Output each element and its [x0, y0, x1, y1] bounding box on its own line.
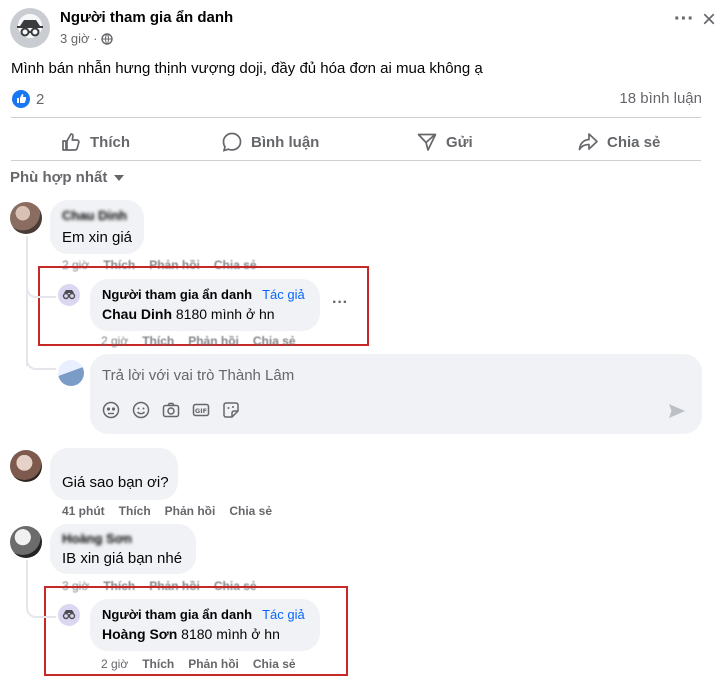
reply-reply-link[interactable]: Phản hồi — [188, 334, 239, 348]
emoji-icon[interactable] — [132, 401, 150, 419]
sort-label: Phù hợp nhất — [10, 169, 108, 186]
reply-tools: GIF — [102, 401, 240, 419]
comment-author[interactable]: Hoàng Sơn — [62, 531, 132, 546]
incognito-icon — [62, 290, 76, 300]
comment-icon — [222, 132, 242, 152]
reactions-count: 2 — [36, 90, 45, 108]
reactions-summary[interactable]: 2 — [12, 90, 44, 108]
post-meta: 3 giờ · — [60, 31, 114, 46]
comment-text: IB xin giá bạn nhé — [62, 550, 183, 567]
send-label: Gửi — [446, 133, 473, 151]
gif-icon[interactable]: GIF — [192, 401, 210, 419]
post-more-button[interactable]: ··· — [674, 8, 694, 31]
commenter-avatar[interactable] — [10, 526, 42, 558]
author-avatar[interactable] — [58, 604, 80, 626]
camera-icon[interactable] — [162, 401, 180, 419]
reply-like-link[interactable]: Thích — [142, 657, 174, 671]
like-button[interactable]: Thích — [60, 131, 130, 153]
reply-bubble: Người tham gia ẩn danh Tác giả Chau Dinh… — [90, 279, 320, 331]
globe-icon — [101, 32, 114, 45]
comment-reply-link[interactable]: Phản hồi — [165, 504, 216, 518]
sort-dropdown[interactable]: Phù hợp nhất — [10, 169, 125, 186]
comment-like-link[interactable]: Thích — [119, 504, 151, 518]
comment-bubble: Giá sao bạn ơi? — [50, 448, 178, 500]
reply-body: 8180 mình ở hn — [177, 626, 280, 642]
reply-text: Chau Dinh 8180 mình ở hn — [102, 306, 275, 322]
reply-time[interactable]: 2 giờ — [101, 334, 128, 348]
comment-button[interactable]: Bình luận — [221, 131, 319, 153]
reply-share-link[interactable]: Chia sẻ — [253, 657, 296, 671]
reply-header: Người tham gia ẩn danh Tác giả — [102, 287, 305, 302]
reply-actions: 2 giờ Thích Phản hồi Chia sẻ — [101, 334, 296, 348]
reply-share-link[interactable]: Chia sẻ — [253, 334, 296, 348]
author-badge: Tác giả — [262, 607, 305, 622]
thumbs-up-icon — [62, 133, 80, 151]
reply-actions: 2 giờ Thích Phản hồi Chia sẻ — [101, 657, 296, 671]
svg-text:GIF: GIF — [195, 407, 207, 415]
commenter-avatar[interactable] — [10, 202, 42, 234]
reply-body: 8180 mình ở hn — [172, 306, 275, 322]
incognito-icon — [17, 20, 43, 37]
comment-bubble: Chau Dinh Em xin giá — [50, 200, 144, 254]
caret-down-icon — [114, 174, 125, 181]
current-user-avatar[interactable] — [58, 360, 84, 386]
post-author[interactable]: Người tham gia ẩn danh — [60, 9, 233, 26]
comment-bubble: Hoàng Sơn IB xin giá bạn nhé — [50, 524, 196, 574]
send-button[interactable]: Gửi — [416, 131, 473, 153]
share-button[interactable]: Chia sẻ — [577, 131, 660, 153]
share-label: Chia sẻ — [607, 133, 661, 151]
comment-text: Em xin giá — [62, 229, 133, 246]
anonymous-avatar[interactable] — [10, 8, 50, 48]
like-label: Thích — [90, 133, 130, 151]
reply-input-box[interactable]: Trả lời với vai trò Thành Lâm GIF — [90, 354, 702, 434]
thread-connector — [26, 350, 56, 370]
reply-text: Hoàng Sơn 8180 mình ở hn — [102, 626, 280, 642]
avatar-sticker-icon[interactable] — [102, 401, 120, 419]
commenter-avatar[interactable] — [10, 450, 42, 482]
reply-like-link[interactable]: Thích — [142, 334, 174, 348]
close-button[interactable]: × — [702, 6, 716, 34]
comment-share-link[interactable]: Chia sẻ — [229, 504, 272, 518]
reply-header: Người tham gia ẩn danh Tác giả — [102, 607, 305, 622]
reply-input-placeholder: Trả lời với vai trò Thành Lâm — [102, 367, 295, 384]
comment-actions: 41 phút Thích Phản hồi Chia sẻ — [62, 504, 272, 518]
reply-mention[interactable]: Hoàng Sơn — [102, 626, 177, 642]
author-badge: Tác giả — [262, 287, 305, 302]
reply-more-button[interactable]: ··· — [332, 294, 348, 312]
incognito-icon — [62, 610, 76, 620]
reply-time[interactable]: 2 giờ — [101, 657, 128, 671]
post-text: Mình bán nhẫn hưng thịnh vượng doji, đầy… — [11, 60, 483, 77]
thread-connector — [26, 270, 56, 298]
comments-count[interactable]: 18 bình luận — [619, 90, 702, 107]
comment-author[interactable]: Chau Dinh — [62, 208, 127, 223]
thread-connector — [26, 590, 56, 618]
reply-reply-link[interactable]: Phản hồi — [188, 657, 239, 671]
reply-bubble: Người tham gia ẩn danh Tác giả Hoàng Sơn… — [90, 599, 320, 651]
comment-label: Bình luận — [251, 133, 320, 151]
reply-author[interactable]: Người tham gia ẩn danh — [102, 607, 252, 622]
thread-line — [26, 236, 28, 366]
comment-time[interactable]: 41 phút — [62, 504, 105, 518]
send-icon — [417, 133, 437, 151]
comment-text: Giá sao bạn ơi? — [62, 474, 169, 491]
divider — [11, 117, 701, 118]
post-time[interactable]: 3 giờ · — [60, 31, 97, 46]
divider — [11, 160, 701, 161]
send-arrow-icon[interactable] — [668, 403, 686, 419]
reply-mention[interactable]: Chau Dinh — [102, 306, 172, 322]
share-icon — [578, 133, 598, 151]
author-avatar[interactable] — [58, 284, 80, 306]
like-reaction-icon — [12, 90, 30, 108]
reply-author[interactable]: Người tham gia ẩn danh — [102, 287, 252, 302]
sticker-icon[interactable] — [222, 401, 240, 419]
